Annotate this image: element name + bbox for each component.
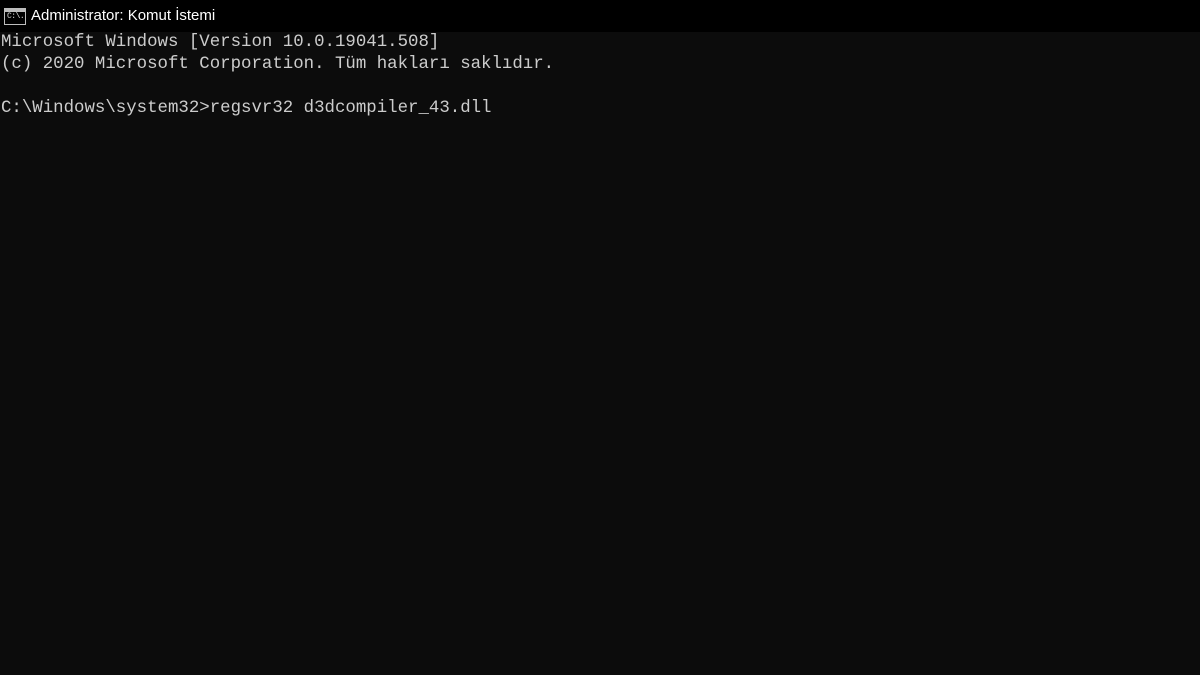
console-line-version: Microsoft Windows [Version 10.0.19041.50… [1,33,440,52]
console-output[interactable]: Microsoft Windows [Version 10.0.19041.50… [0,32,1200,675]
cmd-icon-label: C:\. [7,11,25,21]
title-bar[interactable]: C:\. Administrator: Komut İstemi [0,0,1200,32]
command-prompt-window: C:\. Administrator: Komut İstemi Microso… [0,0,1200,675]
console-line-copyright: (c) 2020 Microsoft Corporation. Tüm hakl… [1,55,555,74]
console-line-command[interactable]: C:\Windows\system32>regsvr32 d3dcompiler… [1,98,1200,120]
cmd-icon[interactable]: C:\. [4,7,26,25]
window-title: Administrator: Komut İstemi [31,7,216,24]
